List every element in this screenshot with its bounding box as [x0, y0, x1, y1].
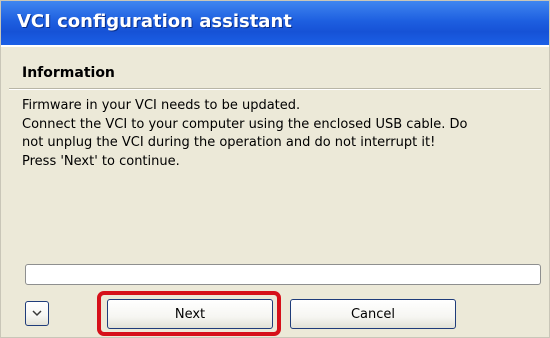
- info-line: Connect the VCI to your computer using t…: [22, 116, 468, 132]
- chevron-down-icon: [32, 310, 42, 317]
- expand-button[interactable]: [25, 301, 49, 326]
- next-button[interactable]: Next: [107, 299, 273, 329]
- info-line: Press 'Next' to continue.: [22, 153, 180, 169]
- dialog-window: VCI configuration assistant Information …: [0, 0, 550, 338]
- info-text: Firmware in your VCI needs to be updated…: [22, 97, 537, 171]
- title-separator: [1, 45, 549, 47]
- info-line: not unplug the VCI during the operation …: [22, 135, 436, 150]
- section-heading: Information: [22, 65, 115, 81]
- title-bar[interactable]: VCI configuration assistant: [1, 1, 549, 46]
- cancel-button[interactable]: Cancel: [290, 299, 456, 329]
- window-title: VCI configuration assistant: [17, 11, 292, 32]
- heading-divider: [9, 88, 541, 90]
- progress-bar: [25, 264, 541, 285]
- info-line: Firmware in your VCI needs to be updated…: [22, 98, 301, 113]
